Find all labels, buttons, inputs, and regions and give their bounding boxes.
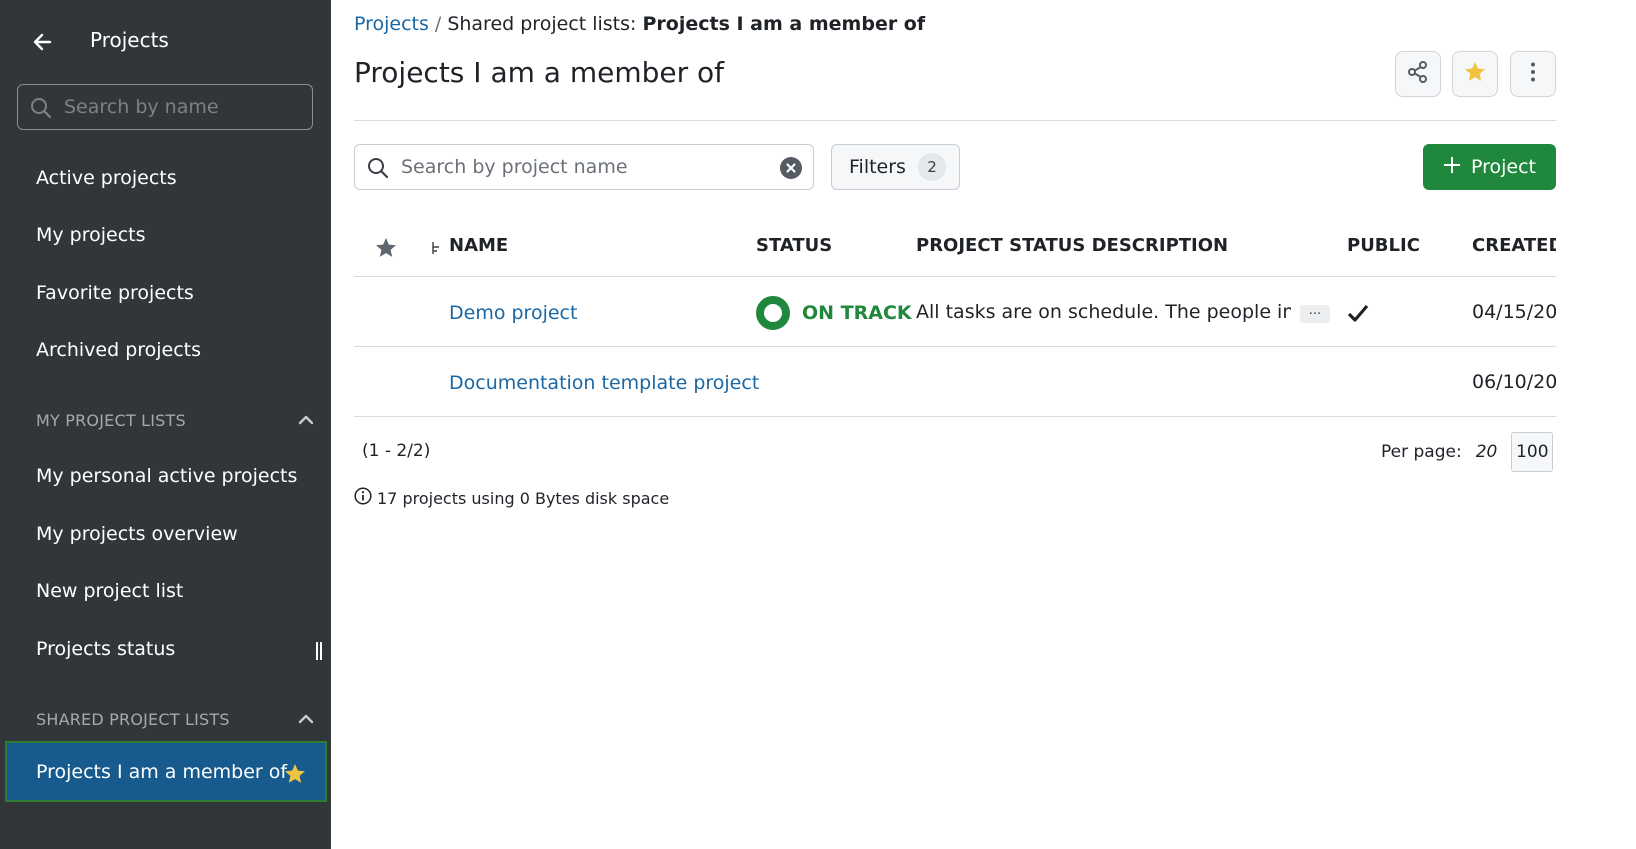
filters-count-badge: 2 bbox=[917, 153, 946, 181]
add-project-button[interactable]: Project bbox=[1423, 144, 1556, 190]
breadcrumb-section: Shared project lists: bbox=[447, 13, 637, 35]
breadcrumb-projects-link[interactable]: Projects bbox=[354, 13, 429, 35]
share-button[interactable] bbox=[1395, 51, 1441, 97]
sidebar-section-my-project-lists: MY PROJECT LISTS bbox=[0, 405, 331, 435]
sidebar-item-active-projects[interactable]: Active projects bbox=[0, 152, 331, 204]
filters-button[interactable]: Filters 2 bbox=[831, 144, 960, 190]
sidebar: Projects Active projects My projects Fav… bbox=[0, 0, 331, 849]
table-row: Documentation template project 06/10/202… bbox=[354, 347, 1556, 417]
info-icon bbox=[354, 487, 372, 509]
column-header-status-description[interactable]: PROJECT STATUS DESCRIPTION bbox=[916, 235, 1228, 256]
breadcrumb: Projects / Shared project lists: Projects … bbox=[354, 13, 925, 35]
expand-description-button[interactable]: ··· bbox=[1300, 305, 1330, 323]
header-divider bbox=[354, 120, 1556, 121]
status-label: ON TRACK bbox=[802, 302, 912, 324]
search-icon bbox=[367, 157, 389, 179]
per-page-option-100[interactable]: 100 bbox=[1511, 432, 1554, 472]
more-actions-button[interactable] bbox=[1510, 51, 1556, 97]
sidebar-item-my-projects[interactable]: My projects bbox=[0, 209, 331, 261]
breadcrumb-separator: / bbox=[434, 13, 442, 35]
disk-usage-info: 17 projects using 0 Bytes disk space bbox=[354, 487, 669, 509]
clear-search-icon[interactable] bbox=[780, 157, 802, 179]
chevron-up-icon[interactable] bbox=[297, 411, 315, 429]
project-search-input[interactable] bbox=[401, 145, 771, 189]
favorite-column-star-icon[interactable] bbox=[374, 236, 398, 265]
sidebar-resize-handle[interactable] bbox=[315, 642, 323, 660]
status-badge: ON TRACK bbox=[756, 296, 912, 330]
per-page-selector: Per page: 20 100 bbox=[1381, 432, 1554, 472]
column-header-status[interactable]: STATUS bbox=[756, 235, 832, 256]
kebab-menu-icon bbox=[1521, 60, 1545, 88]
sidebar-item-projects-i-am-a-member-of[interactable]: Projects I am a member of bbox=[5, 741, 327, 802]
chevron-up-icon[interactable] bbox=[297, 710, 315, 728]
pagination-range: (1 - 2/2) bbox=[362, 441, 431, 461]
star-icon[interactable] bbox=[283, 762, 307, 786]
status-ring-icon bbox=[756, 296, 790, 330]
sidebar-item-favorite-projects[interactable]: Favorite projects bbox=[0, 267, 331, 319]
sidebar-item-my-personal-active-projects[interactable]: My personal active projects bbox=[0, 450, 331, 502]
project-search[interactable] bbox=[354, 144, 814, 190]
sidebar-item-label: Projects I am a member of bbox=[36, 760, 288, 783]
created-date: 04/15/2024 bbox=[1472, 301, 1556, 323]
column-header-created[interactable]: CREATED bbox=[1472, 235, 1556, 256]
hierarchy-icon[interactable] bbox=[431, 239, 441, 260]
main-content: Projects / Shared project lists: Projects … bbox=[331, 0, 1636, 849]
section-heading: SHARED PROJECT LISTS bbox=[36, 709, 230, 729]
sidebar-title: Projects bbox=[90, 28, 169, 52]
filters-label: Filters bbox=[849, 156, 906, 178]
table-header: NAME STATUS PROJECT STATUS DESCRIPTION P… bbox=[354, 218, 1556, 277]
sidebar-section-shared-project-lists: SHARED PROJECT LISTS bbox=[0, 704, 331, 734]
breadcrumb-current: Projects I am a member of bbox=[642, 13, 926, 35]
column-header-name[interactable]: NAME bbox=[449, 235, 508, 256]
favorite-button[interactable] bbox=[1452, 51, 1498, 97]
per-page-option-20[interactable]: 20 bbox=[1476, 442, 1498, 462]
per-page-label: Per page: bbox=[1381, 442, 1462, 462]
table-row: Demo project ON TRACK All tasks are on s… bbox=[354, 277, 1556, 347]
sidebar-header: Projects bbox=[0, 22, 331, 62]
share-icon bbox=[1406, 60, 1430, 88]
disk-usage-text: 17 projects using 0 Bytes disk space bbox=[377, 488, 670, 508]
add-project-label: Project bbox=[1470, 156, 1536, 178]
sidebar-item-projects-status[interactable]: Projects status bbox=[0, 623, 331, 675]
star-icon bbox=[1463, 60, 1487, 88]
checkmark-icon bbox=[1346, 301, 1370, 325]
sidebar-search-input[interactable] bbox=[64, 85, 304, 129]
created-date: 06/10/2024 bbox=[1472, 371, 1556, 393]
sidebar-search[interactable] bbox=[17, 84, 313, 130]
back-arrow-icon[interactable] bbox=[30, 30, 56, 54]
sidebar-item-archived-projects[interactable]: Archived projects bbox=[0, 324, 331, 376]
status-description: All tasks are on schedule. The people in… bbox=[916, 301, 1291, 323]
section-heading: MY PROJECT LISTS bbox=[36, 410, 186, 430]
project-name-link[interactable]: Demo project bbox=[449, 302, 577, 324]
search-icon bbox=[30, 97, 52, 119]
page-title: Projects I am a member of bbox=[354, 56, 725, 89]
project-name-link[interactable]: Documentation template project bbox=[449, 372, 759, 394]
sidebar-item-my-projects-overview[interactable]: My projects overview bbox=[0, 508, 331, 560]
column-header-public[interactable]: PUBLIC bbox=[1347, 235, 1420, 256]
projects-table: NAME STATUS PROJECT STATUS DESCRIPTION P… bbox=[354, 218, 1556, 417]
plus-icon bbox=[1443, 156, 1461, 179]
sidebar-item-new-project-list[interactable]: New project list bbox=[0, 565, 331, 617]
